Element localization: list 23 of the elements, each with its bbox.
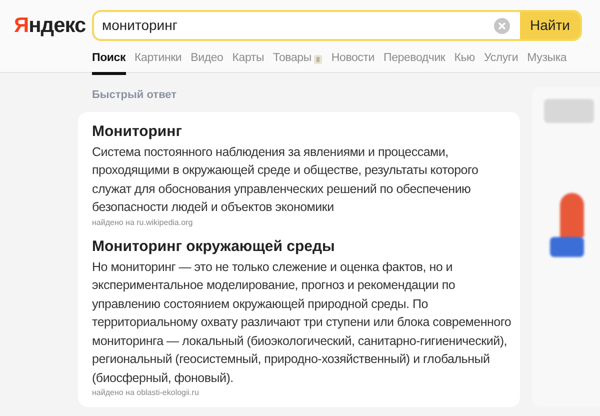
answer-text: Система постоянного наблюдения за явлениями и процессами, проходящими в окружающей среде и обществе, результаты которого служат для обоснования управленческих решений по обеспечению безопасности людей и объектов экономики (92, 144, 480, 216)
nav-tab[interactable]: Переводчик (384, 50, 446, 74)
source-link[interactable]: найдено на oblasti-ekologii.ru (92, 387, 199, 399)
blurred-text-block (544, 99, 594, 123)
nav-tab[interactable]: Кью (454, 50, 475, 74)
logo[interactable]: Яндекс (0, 10, 92, 42)
search-field[interactable]: мониторинг Найти (92, 10, 582, 42)
nav-tab[interactable]: Услуги (484, 50, 518, 74)
answer-title: Мониторинг (92, 122, 183, 142)
nav-tab[interactable]: Новости (331, 50, 375, 74)
nav-tab[interactable]: Картинки (134, 50, 182, 74)
clear-icon[interactable] (494, 18, 510, 34)
nav-tab[interactable]: Поиск (92, 50, 126, 74)
search-query: мониторинг (101, 16, 178, 36)
answer-title: Мониторинг окружающей среды (92, 236, 336, 256)
section-title: Быстрый ответ (91, 88, 178, 103)
search-button[interactable]: Найти (520, 12, 580, 40)
nav-tab[interactable]: Товары (273, 50, 312, 74)
nav-tab[interactable]: Видео (190, 50, 224, 74)
nav-tab[interactable]: Карты (232, 50, 264, 74)
nav-tab[interactable]: Музыка (527, 50, 567, 74)
answer-text: Но мониторинг — это не только слежение и оценка фактов, но и экспериментальное моделирование, прогноз и рекомендации по управлению состоянием окружающей природной среды. По территориальному охвату различают три ступени или блока современного мониторинга — локальный (биоэкологический, санитарно-гигиенический), региональный (геосистемный, природно-хозяйственный) и глобальный (биосферный, фоновый). (92, 258, 512, 387)
source-link[interactable]: найдено на ru.wikipedia.org (92, 216, 193, 228)
